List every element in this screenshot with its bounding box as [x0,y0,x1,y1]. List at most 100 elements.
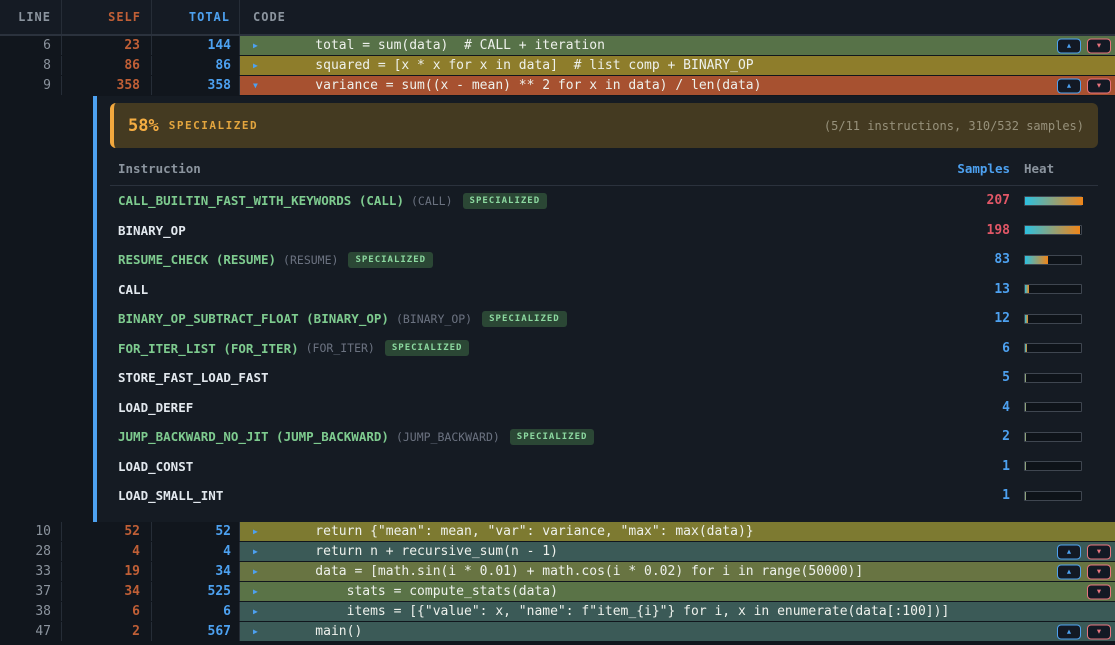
down-arrow-icon: ▼ [1097,42,1101,49]
line-number: 38 [0,602,62,621]
heat-bar [1010,314,1098,324]
heat-bar [1010,284,1098,294]
opcode-name: FOR_ITER_LIST (FOR_ITER) [118,341,299,356]
column-header-total[interactable]: TOTAL [152,0,240,34]
code-cell[interactable]: ▶ items = [{"value": x, "name": f"item_{… [240,602,1115,621]
line-number: 8 [0,56,62,75]
base-opcode: (FOR_ITER) [306,341,375,355]
jump-down-button[interactable]: ▼ [1087,624,1111,639]
opcode-name: BINARY_OP_SUBTRACT_FLOAT (BINARY_OP) [118,311,389,326]
up-arrow-icon: ▲ [1067,548,1071,555]
sample-count: 4 [954,400,1010,415]
heat-bar-fill [1025,197,1083,205]
instruction-row: CALL_BUILTIN_FAST_WITH_KEYWORDS (CALL) (… [110,186,1098,216]
code-cell[interactable]: ▶ stats = compute_stats(data) ▲ ▼ [240,582,1115,601]
heat-bar-fill [1025,344,1027,352]
total-samples: 34 [152,562,240,581]
row-nav-buttons: ▲ ▼ [1057,624,1111,639]
code-cell[interactable]: ▶ return n + recursive_sum(n - 1) ▲ ▼ [240,542,1115,561]
source-code: total = sum(data) # CALL + iteration [284,38,605,53]
instruction-row: JUMP_BACKWARD_NO_JIT (JUMP_BACKWARD) (JU… [110,422,1098,452]
specialized-percent: 58% [128,116,159,136]
jump-down-button[interactable]: ▼ [1087,78,1111,93]
down-arrow-icon: ▼ [1097,82,1101,89]
heat-bar-fill [1025,315,1028,323]
sample-count: 5 [954,370,1010,385]
self-samples: 6 [62,602,152,621]
source-code: stats = compute_stats(data) [284,584,558,599]
up-arrow-icon: ▲ [1067,628,1071,635]
jump-up-button[interactable]: ▲ [1057,78,1081,93]
code-row: 47 2 567 ▶ main() ▲ ▼ [0,622,1115,642]
heat-bar-fill [1025,433,1026,441]
instruction-row: LOAD_CONST 1 [110,452,1098,482]
code-cell[interactable]: ▼ variance = sum((x - mean) ** 2 for x i… [240,76,1115,95]
instruction-row: CALL 13 [110,275,1098,305]
column-header-self[interactable]: SELF [62,0,152,34]
instruction-row: BINARY_OP_SUBTRACT_FLOAT (BINARY_OP) (BI… [110,304,1098,334]
line-number: 37 [0,582,62,601]
heat-bar-track [1024,255,1082,265]
heat-bar-track [1024,461,1082,471]
expand-toggle-icon[interactable]: ▶ [253,42,264,50]
heat-bar-track [1024,491,1082,501]
heat-bar [1010,432,1098,442]
instruction-row: FOR_ITER_LIST (FOR_ITER) (FOR_ITER) SPEC… [110,334,1098,364]
instruction-name-group: LOAD_CONST [118,459,954,474]
source-code: variance = sum((x - mean) ** 2 for x in … [284,78,761,93]
jump-up-button[interactable]: ▲ [1057,38,1081,53]
sample-count: 207 [954,193,1010,208]
total-samples: 144 [152,36,240,55]
column-header-samples[interactable]: Samples [954,161,1010,176]
profiler-window: LINE SELF TOTAL CODE 6 23 144 ▶ total = … [0,0,1115,645]
code-cell[interactable]: ▶ return {"mean": mean, "var": variance,… [240,522,1115,541]
expand-toggle-icon[interactable]: ▶ [253,588,264,596]
total-samples: 4 [152,542,240,561]
specialized-badge: SPECIALIZED [463,193,548,209]
instruction-name-group: FOR_ITER_LIST (FOR_ITER) (FOR_ITER) SPEC… [118,340,954,356]
total-samples: 567 [152,622,240,641]
instruction-name-group: CALL_BUILTIN_FAST_WITH_KEYWORDS (CALL) (… [118,193,954,209]
code-cell[interactable]: ▶ main() ▲ ▼ [240,622,1115,641]
total-samples: 525 [152,582,240,601]
expand-toggle-icon[interactable]: ▶ [253,528,264,536]
heat-bar-fill [1025,226,1080,234]
row-nav-buttons: ▲ ▼ [1057,78,1111,93]
sample-count: 6 [954,341,1010,356]
jump-down-button[interactable]: ▼ [1087,584,1111,599]
opcode-name: RESUME_CHECK (RESUME) [118,252,276,267]
row-nav-buttons: ▲ ▼ [1087,584,1111,599]
specialized-badge: SPECIALIZED [510,429,595,445]
code-cell[interactable]: ▶ squared = [x * x for x in data] # list… [240,56,1115,75]
row-nav-buttons: ▲ ▼ [1057,38,1111,53]
heat-bar-fill [1025,462,1026,470]
jump-down-button[interactable]: ▼ [1087,544,1111,559]
self-samples: 86 [62,56,152,75]
expand-toggle-icon[interactable]: ▼ [253,82,264,90]
jump-down-button[interactable]: ▼ [1087,38,1111,53]
expand-toggle-icon[interactable]: ▶ [253,548,264,556]
instruction-name-group: STORE_FAST_LOAD_FAST [118,370,954,385]
jump-up-button[interactable]: ▲ [1057,564,1081,579]
code-cell[interactable]: ▶ total = sum(data) # CALL + iteration ▲… [240,36,1115,55]
expand-toggle-icon[interactable]: ▶ [253,62,264,70]
jump-up-button[interactable]: ▲ [1057,544,1081,559]
code-rows-top: 6 23 144 ▶ total = sum(data) # CALL + it… [0,36,1115,96]
expand-toggle-icon[interactable]: ▶ [253,568,264,576]
total-samples: 358 [152,76,240,95]
code-cell[interactable]: ▶ data = [math.sin(i * 0.01) + math.cos(… [240,562,1115,581]
code-rows-bottom: 10 52 52 ▶ return {"mean": mean, "var": … [0,522,1115,642]
expand-toggle-icon[interactable]: ▶ [253,608,264,616]
heat-bar-fill [1025,285,1029,293]
jump-up-button[interactable]: ▲ [1057,624,1081,639]
code-row: 6 23 144 ▶ total = sum(data) # CALL + it… [0,36,1115,56]
expand-toggle-icon[interactable]: ▶ [253,628,264,636]
column-header-line[interactable]: LINE [0,0,62,34]
jump-down-button[interactable]: ▼ [1087,564,1111,579]
base-opcode: (CALL) [411,194,453,208]
code-row: 8 86 86 ▶ squared = [x * x for x in data… [0,56,1115,76]
opcode-name: BINARY_OP [118,223,186,238]
base-opcode: (RESUME) [283,253,338,267]
total-samples: 6 [152,602,240,621]
instruction-table-header: Instruction Samples Heat [110,148,1098,186]
